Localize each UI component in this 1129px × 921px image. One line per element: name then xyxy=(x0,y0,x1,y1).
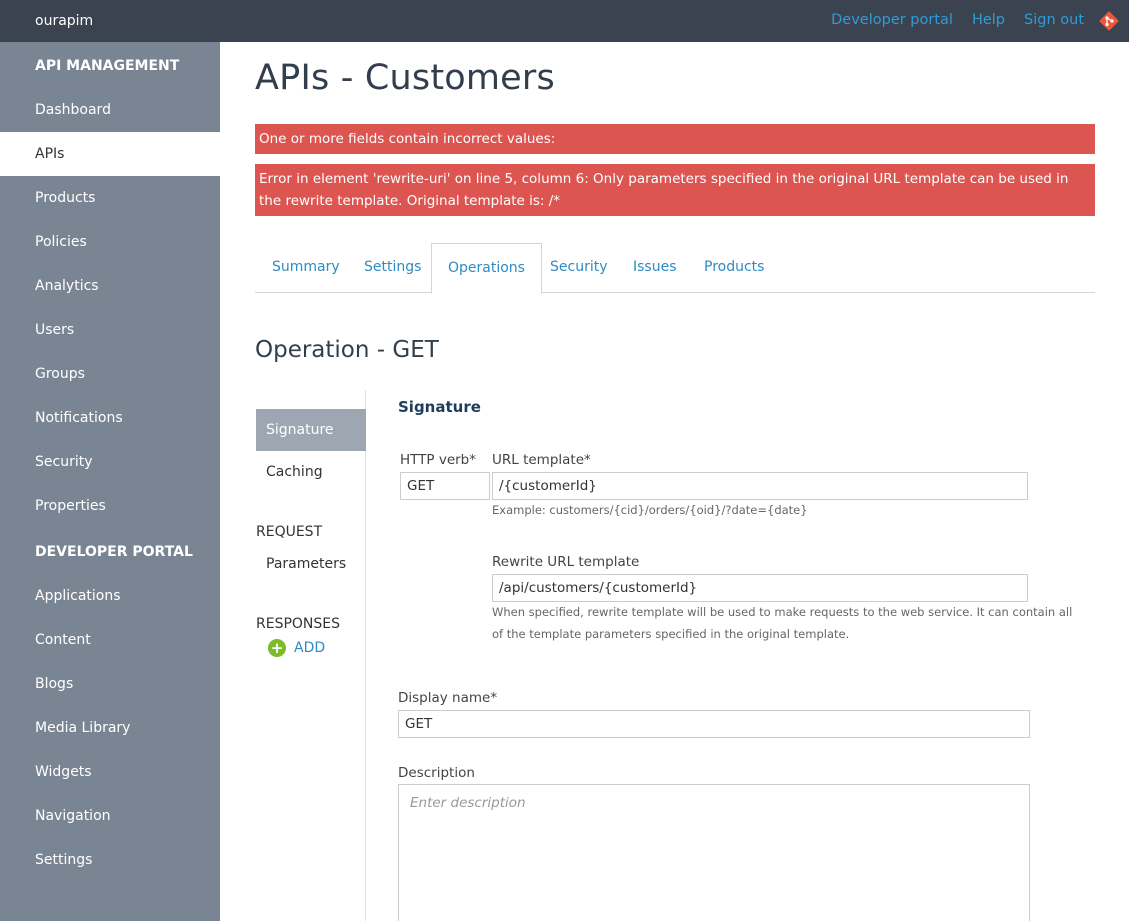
add-response-button[interactable]: + ADD xyxy=(268,639,325,657)
error-summary: One or more fields contain incorrect val… xyxy=(255,124,1095,154)
page-title: APIs - Customers xyxy=(255,58,555,98)
sidebar-item-analytics[interactable]: Analytics xyxy=(0,264,220,308)
sidebar-item-security[interactable]: Security xyxy=(0,440,220,484)
display-name-label: Display name* xyxy=(398,690,498,706)
signature-title: Signature xyxy=(398,398,481,416)
url-template-hint: Example: customers/{cid}/orders/{oid}/?d… xyxy=(492,503,808,517)
description-label: Description xyxy=(398,765,475,781)
sidebar-item-blogs[interactable]: Blogs xyxy=(0,662,220,706)
responses-heading: RESPONSES xyxy=(256,616,341,632)
sidebar-item-users[interactable]: Users xyxy=(0,308,220,352)
service-name: ourapim xyxy=(35,13,94,29)
http-verb-label: HTTP verb* xyxy=(400,452,477,468)
url-template-input[interactable]: /{customerId} xyxy=(492,472,1028,500)
subnav-signature[interactable]: Signature xyxy=(256,409,366,451)
http-verb-input[interactable]: GET xyxy=(400,472,490,500)
git-logo-icon[interactable] xyxy=(1098,10,1120,32)
display-name-input[interactable]: GET xyxy=(398,710,1030,738)
api-tabs: Summary Settings Operations Security Iss… xyxy=(255,243,1095,294)
rewrite-url-hint-line-2: of the template parameters specified in … xyxy=(492,627,850,641)
sidebar-item-products[interactable]: Products xyxy=(0,176,220,220)
sign-out-link[interactable]: Sign out xyxy=(1024,12,1084,28)
sidebar-item-apis[interactable]: APIs xyxy=(0,132,220,176)
request-heading: REQUEST xyxy=(256,524,323,540)
operation-title: Operation - GET xyxy=(255,337,439,363)
sidebar-item-widgets[interactable]: Widgets xyxy=(0,750,220,794)
sidebar-section-api-management: API MANAGEMENT xyxy=(35,58,180,74)
rewrite-url-hint-line-1: When specified, rewrite template will be… xyxy=(492,605,1073,619)
sidebar-item-navigation[interactable]: Navigation xyxy=(0,794,220,838)
description-textarea[interactable]: Enter description xyxy=(398,784,1030,921)
rewrite-url-input[interactable]: /api/customers/{customerId} xyxy=(492,574,1028,602)
sidebar-item-applications[interactable]: Applications xyxy=(0,574,220,618)
sidebar-item-notifications[interactable]: Notifications xyxy=(0,396,220,440)
sidebar-item-content[interactable]: Content xyxy=(0,618,220,662)
tab-settings[interactable]: Settings xyxy=(364,243,421,293)
rewrite-url-label: Rewrite URL template xyxy=(492,554,640,570)
tab-summary[interactable]: Summary xyxy=(272,243,340,293)
add-response-label: ADD xyxy=(294,640,326,656)
sidebar-item-media-library[interactable]: Media Library xyxy=(0,706,220,750)
url-template-label: URL template* xyxy=(492,452,591,468)
sidebar-item-dashboard[interactable]: Dashboard xyxy=(0,88,220,132)
sidebar-item-properties[interactable]: Properties xyxy=(0,484,220,528)
subnav-parameters[interactable]: Parameters xyxy=(256,543,366,585)
plus-icon: + xyxy=(268,639,286,657)
top-links: Developer portal Help Sign out xyxy=(831,12,1084,28)
tab-issues[interactable]: Issues xyxy=(633,243,677,293)
tab-security[interactable]: Security xyxy=(550,243,608,293)
sidebar-item-groups[interactable]: Groups xyxy=(0,352,220,396)
subnav-caching[interactable]: Caching xyxy=(256,451,366,493)
developer-portal-link[interactable]: Developer portal xyxy=(831,12,953,28)
top-bar: ourapim Developer portal Help Sign out xyxy=(0,0,1129,42)
tab-products[interactable]: Products xyxy=(704,243,764,293)
sidebar: API MANAGEMENT Dashboard APIs Products P… xyxy=(0,42,220,921)
sidebar-section-developer-portal: DEVELOPER PORTAL xyxy=(35,544,193,560)
tab-operations[interactable]: Operations xyxy=(431,243,542,294)
sidebar-item-policies[interactable]: Policies xyxy=(0,220,220,264)
sidebar-item-settings[interactable]: Settings xyxy=(0,838,220,882)
error-detail: Error in element 'rewrite-uri' on line 5… xyxy=(255,164,1095,216)
help-link[interactable]: Help xyxy=(972,12,1005,28)
